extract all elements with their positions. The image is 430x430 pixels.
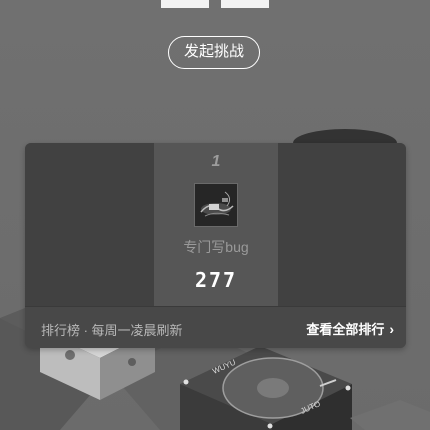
avatar-image — [195, 184, 237, 226]
rank-number: 1 — [211, 153, 221, 170]
player-score: 277 — [194, 268, 238, 292]
leaderboard-entry[interactable]: 1 专门写bug 277 — [154, 143, 278, 306]
leaderboard-panel: 1 专门写bug 277 排行榜 · 每周一凌晨刷新 查看全部排行 › — [25, 143, 406, 348]
player-avatar — [194, 183, 238, 227]
view-all-label: 查看全部排行 — [306, 322, 385, 337]
view-all-rankings-link[interactable]: 查看全部排行 › — [306, 319, 394, 338]
leaderboard-slot-right — [278, 143, 406, 306]
refresh-note: 排行榜 · 每周一凌晨刷新 — [41, 323, 183, 338]
leaderboard-footer: 排行榜 · 每周一凌晨刷新 查看全部排行 › — [25, 306, 406, 348]
leaderboard-slot-left — [25, 143, 154, 306]
player-name: 专门写bug — [183, 239, 249, 255]
chevron-right-icon: › — [389, 321, 394, 337]
